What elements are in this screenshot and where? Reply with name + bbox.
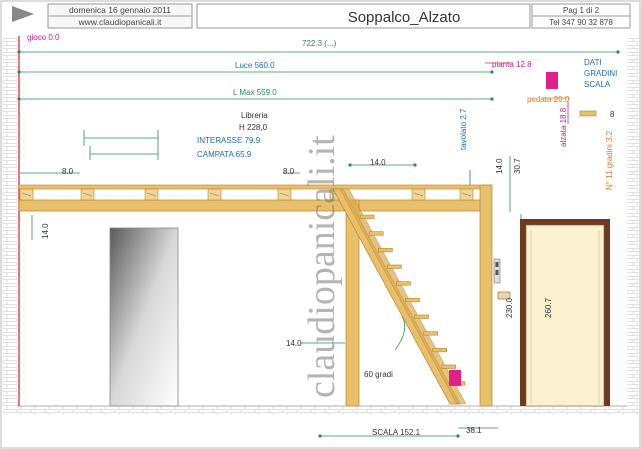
door	[520, 219, 610, 407]
stair-14-label: 14.0	[370, 158, 386, 167]
joists	[19, 188, 474, 201]
b-label: 8	[610, 110, 615, 119]
stair-step	[414, 314, 429, 319]
left-14-label: 14.0	[41, 223, 50, 239]
left-wall	[3, 38, 17, 407]
glass-panel	[109, 227, 179, 407]
lmax-label: L Max 559.0	[233, 88, 277, 97]
stair-step	[387, 264, 402, 269]
angle-label: 60 gradi	[364, 370, 393, 379]
header-website[interactable]: www.claudiopanicali.it	[78, 17, 162, 27]
compass-logo-icon	[12, 6, 34, 22]
right-30-label: 30.7	[513, 158, 522, 174]
gradini-label: N° 11 gradini 3.2	[605, 130, 614, 190]
stair-marker	[449, 370, 461, 386]
main-beam	[18, 199, 492, 212]
stair-data-title-2: GRADINI	[584, 69, 617, 78]
post-14-label: 14.0	[286, 339, 302, 348]
door-230-label: 230.0	[505, 297, 514, 318]
libreria-h-label: H 228,0	[239, 123, 268, 132]
stair-step	[441, 364, 457, 369]
wall-switch-icon	[493, 258, 501, 284]
right-14-label: 14.0	[495, 158, 504, 174]
stair-step	[368, 231, 384, 236]
pianta-label: pianta 12.8	[492, 60, 532, 69]
phone-number: Tel 347 90 32 878	[549, 18, 613, 27]
tavolato-label: tavolato 2.7	[459, 108, 468, 150]
mezzanine	[18, 184, 493, 407]
door-260-label: 260.7	[544, 297, 553, 318]
stair-step	[377, 248, 393, 253]
stair-step	[359, 214, 375, 219]
stair-data-title-1: DATI	[584, 58, 602, 67]
scala-label: SCALA 152.1	[372, 428, 421, 437]
gradini-marker	[579, 110, 597, 117]
drawing-canvas: domenica 16 gennaio 2011 www.claudiopani…	[0, 0, 641, 449]
interasse-label: INTERASSE 79.9	[197, 136, 261, 145]
luce-label: Luce 560.0	[235, 61, 275, 70]
left-8-label: 8.0	[62, 167, 74, 176]
watermark: claudiopanicali.it	[301, 135, 343, 398]
mid-8-label: 8.0	[283, 167, 295, 176]
gioco-label: gioco 0.0	[27, 33, 60, 42]
stair-step	[432, 348, 448, 353]
scala-38-label: 38.1	[466, 426, 482, 435]
right-wall	[627, 38, 639, 407]
stair-data-title-3: SCALA	[584, 80, 611, 89]
pianta-marker	[546, 72, 558, 89]
campata-label: CAMPATA 65.9	[197, 150, 252, 159]
libreria-label: Libreria	[241, 111, 268, 120]
socket-icon	[497, 291, 511, 300]
stair-step	[396, 281, 411, 286]
floor	[3, 406, 639, 415]
header-date: domenica 16 gennaio 2011	[69, 5, 171, 15]
stair-step	[423, 331, 438, 336]
alzata-label: alzata 18.8	[559, 107, 568, 147]
pedata-label: pedata 20.0	[527, 95, 570, 104]
page-number: Pag 1 di 2	[563, 6, 600, 15]
total-width-label: 722.3 (...)	[302, 39, 337, 48]
floor-board	[18, 184, 492, 190]
page-title: Soppalco_Alzato	[348, 9, 461, 26]
door-panel	[525, 224, 605, 407]
stair-step	[405, 298, 420, 303]
right-post	[479, 184, 493, 407]
